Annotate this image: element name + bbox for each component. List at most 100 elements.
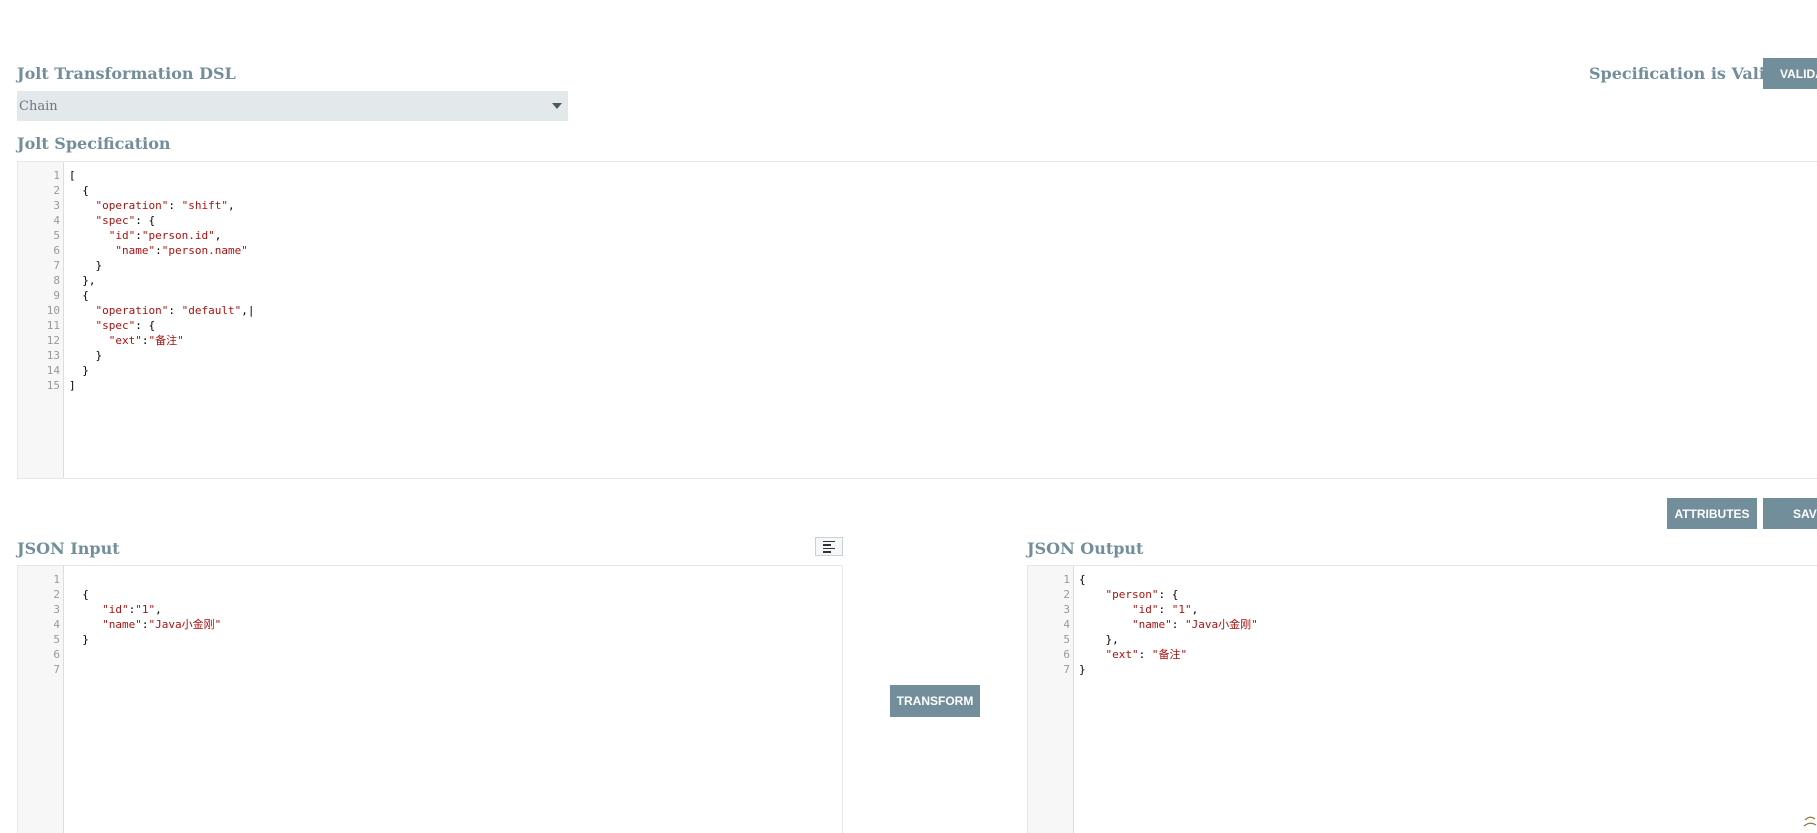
string-token: "1" [1171,603,1192,616]
code-text: "ext":"备注" [108,334,184,347]
code-text: { [69,588,89,601]
json-output-label: JSON Output [1027,539,1144,558]
json-output-lines: 1{2 "person": {3 "id": "1", 4 "name": "Ja… [1028,572,1817,677]
spec-line: 4 "spec": { [18,213,1817,228]
output-line: 6 "ext": "备注" [1028,647,1817,662]
spec-label: Jolt Specification [17,134,171,153]
validate-button[interactable]: VALIDATE [1763,58,1817,89]
string-token: "operation" [95,304,169,317]
spec-line: 7 } [18,258,1817,273]
line-number: 6 [1063,648,1070,661]
spec-line: 10 "operation": "default",| [18,303,1817,318]
line-number: 7 [1063,663,1070,676]
output-line: 1{ [1028,572,1817,587]
line-number: 1 [53,169,60,182]
align-left-icon [823,540,835,553]
line-number: 5 [53,229,60,242]
line-number: 9 [53,289,60,302]
code-text: "id": "1", [1131,603,1199,616]
string-token: "person" [1105,588,1159,601]
json-input-label: JSON Input [17,539,120,558]
resize-handle-icon[interactable] [1803,812,1817,833]
code-text: "name":"person.name" [115,244,248,257]
spec-line: 12 "ext":"备注" [18,333,1817,348]
string-token: "Java小金刚" [148,618,222,631]
string-token: "spec" [95,319,136,332]
attributes-button[interactable]: ATTRIBUTES [1667,498,1757,529]
string-token: "default" [181,304,242,317]
jolt-transform-page: Jolt Transformation DSL Specification is… [0,0,1817,833]
code-text: } [69,633,89,646]
spec-line: 9 { [18,288,1817,303]
spec-line: 5 "id":"person.id", [18,228,1817,243]
spec-line: 15] [18,378,1817,393]
line-number: 5 [53,633,60,646]
line-number: 14 [46,364,60,377]
input-line: 4 "name":"Java小金刚" [18,617,842,632]
line-number: 11 [46,319,60,332]
spec-line: 3 "operation": "shift", [18,198,1817,213]
string-token: "备注" [148,334,184,347]
string-token: "ext" [1105,648,1139,661]
string-token: "person.id" [141,229,215,242]
input-line: 7 [18,662,842,677]
output-line: 5 }, [1028,632,1817,647]
spec-editor[interactable]: 1[2 {3 "operation": "shift", 4 "spec": {5… [17,161,1817,479]
spec-editor-lines: 1[2 {3 "operation": "shift", 4 "spec": {5… [18,168,1817,393]
line-number: 4 [53,618,60,631]
line-number: 15 [46,379,60,392]
code-text: "operation": "default",| [95,304,255,317]
line-number: 4 [53,214,60,227]
code-text: "ext": "备注" [1105,648,1188,661]
code-text: "id":"1", [102,603,162,616]
string-token: "name" [102,618,142,631]
chevron-down-icon [552,103,562,109]
code-text: } [1079,663,1086,676]
input-line: 3 "id":"1", [18,602,842,617]
json-output-editor[interactable]: 1{2 "person": {3 "id": "1", 4 "name": "Ja… [1027,565,1817,833]
line-number: 8 [53,274,60,287]
code-text: }, [69,274,96,287]
line-number: 1 [1063,573,1070,586]
line-number: 3 [53,603,60,616]
line-number: 12 [46,334,60,347]
line-number: 1 [53,573,60,586]
string-token: "person.name" [161,244,248,257]
code-text: { [69,289,89,302]
code-text: ] [69,379,76,392]
transform-button[interactable]: TRANSFORM [890,685,980,717]
output-line: 4 "name": "Java小金刚" [1028,617,1817,632]
dsl-select[interactable]: Chain [17,91,568,121]
input-line: 6 [18,647,842,662]
line-number: 2 [53,184,60,197]
line-number: 6 [53,244,60,257]
line-number: 4 [1063,618,1070,631]
code-text: } [69,364,89,377]
string-token: "id" [108,229,136,242]
line-number: 7 [53,259,60,272]
string-token: "operation" [95,199,169,212]
code-text: "spec": { [95,214,156,227]
string-token: "ext" [108,334,142,347]
line-number: 3 [53,199,60,212]
spec-line: 8 }, [18,273,1817,288]
code-text: "id":"person.id", [108,229,222,242]
spec-validity-status: Specification is Valid [1589,64,1777,83]
dsl-select-value: Chain [19,98,58,114]
input-line: 2 { [18,587,842,602]
code-text: { [69,184,89,197]
code-text: } [69,349,103,362]
save-button[interactable]: SAVE [1763,498,1817,529]
string-token: "name" [115,244,156,257]
code-text: { [1079,573,1086,586]
format-json-button[interactable] [815,537,843,556]
json-input-editor[interactable]: 12 {3 "id":"1", 4 "name":"Java小金刚" 5 } 6 7 [17,565,843,833]
line-number: 7 [53,663,60,676]
code-text: "name":"Java小金刚" [102,618,222,631]
output-line: 2 "person": { [1028,587,1817,602]
code-text: "name": "Java小金刚" [1131,618,1258,631]
code-text: "spec": { [95,319,156,332]
spec-line: 13 } [18,348,1817,363]
input-line: 5 } [18,632,842,647]
line-number: 2 [1063,588,1070,601]
